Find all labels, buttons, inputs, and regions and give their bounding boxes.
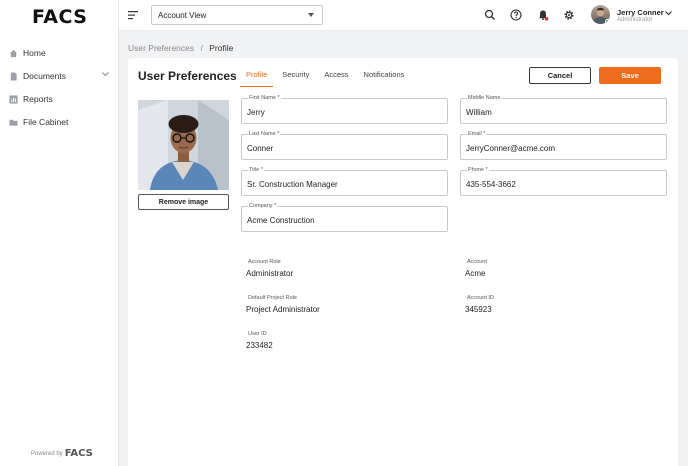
phone-field[interactable]: Phone * 435-554-3662	[460, 167, 667, 196]
sidebar-item-label: Reports	[23, 94, 53, 104]
breadcrumb-current: Profile	[209, 43, 234, 53]
chevron-down-icon[interactable]	[102, 72, 109, 77]
email-label: Email *	[467, 131, 487, 137]
account-view-select[interactable]: Account View	[151, 5, 323, 25]
online-status-dot	[605, 19, 610, 24]
account-view-value: Account View	[158, 10, 207, 20]
breadcrumb-separator: /	[200, 43, 203, 53]
sidebar-item-label: Home	[23, 48, 46, 58]
sidebar-item-label: Documents	[23, 71, 66, 81]
company-label: Company *	[248, 203, 278, 209]
user-avatar[interactable]	[591, 5, 610, 24]
middle-name-label: Middle Name	[467, 95, 502, 101]
breadcrumb: User Preferences / Profile	[128, 43, 233, 53]
home-icon	[9, 49, 18, 57]
first-name-value: Jerry	[247, 108, 265, 117]
default-project-role-label: Default Project Role	[248, 295, 297, 301]
last-name-field[interactable]: Last Name * Conner	[241, 131, 448, 160]
middle-name-field[interactable]: Middle Name William	[460, 95, 667, 124]
powered-by-text: Powered by	[31, 450, 63, 457]
bell-icon[interactable]	[537, 9, 549, 21]
powered-by-logo: FACS	[64, 448, 93, 459]
tab-bar: Profile Security Access Notifications	[240, 67, 413, 87]
company-field[interactable]: Company * Acme Construction	[241, 203, 448, 232]
user-id-label: User ID	[248, 331, 267, 337]
first-name-field[interactable]: First Name * Jerry	[241, 95, 448, 124]
top-bar: Account View Jerry Conner Administrator	[119, 0, 688, 31]
title-label: Title *	[248, 167, 264, 173]
phone-label: Phone *	[467, 167, 489, 173]
phone-value: 435-554-3662	[466, 180, 516, 189]
account-label: Account	[467, 259, 487, 265]
account-value: Acme	[465, 269, 486, 278]
sidebar-item-reports[interactable]: Reports	[0, 89, 119, 109]
breadcrumb-parent[interactable]: User Preferences	[128, 43, 194, 53]
tab-notifications[interactable]: Notifications	[358, 67, 411, 87]
user-name: Jerry Conner	[617, 8, 664, 17]
remove-image-button[interactable]: Remove image	[138, 194, 229, 210]
search-icon[interactable]	[484, 9, 496, 21]
sidebar-item-home[interactable]: Home	[0, 43, 119, 63]
sidebar-item-file-cabinet[interactable]: File Cabinet	[0, 112, 119, 132]
account-id-value: 345923	[465, 305, 492, 314]
email-value: JerryConner@acme.com	[466, 144, 556, 153]
sidebar: FACS Home Documents Reports File Cabinet…	[0, 0, 119, 466]
chevron-down-icon[interactable]	[665, 11, 672, 16]
tab-profile[interactable]: Profile	[240, 67, 274, 87]
account-role-value: Administrator	[246, 269, 294, 278]
preferences-card: User Preferences Profile Security Access…	[128, 58, 678, 466]
account-role-label: Account Role	[248, 259, 281, 265]
last-name-value: Conner	[247, 144, 274, 153]
save-button[interactable]: Save	[599, 67, 661, 84]
reports-icon	[9, 94, 18, 104]
first-name-label: First Name *	[248, 95, 281, 101]
powered-by: Powered by FACS	[31, 448, 93, 459]
caret-down-icon	[308, 13, 314, 17]
facs-logo[interactable]: FACS	[32, 6, 87, 28]
profile-photo-image	[138, 100, 229, 190]
user-id-value: 233482	[246, 341, 273, 350]
gear-icon[interactable]	[563, 9, 575, 21]
title-field[interactable]: Title * Sr. Construction Manager	[241, 167, 448, 196]
default-project-role-value: Project Administrator	[246, 305, 320, 314]
last-name-label: Last Name *	[248, 131, 281, 137]
tab-security[interactable]: Security	[276, 67, 315, 87]
menu-icon[interactable]	[128, 10, 139, 20]
main-content: User Preferences / Profile User Preferen…	[119, 31, 688, 466]
folder-icon	[9, 119, 18, 126]
sidebar-item-label: File Cabinet	[23, 117, 69, 127]
sidebar-item-documents[interactable]: Documents	[0, 66, 119, 86]
page-title: User Preferences	[138, 69, 237, 83]
account-id-label: Account ID	[467, 295, 494, 301]
title-value: Sr. Construction Manager	[247, 180, 338, 189]
document-icon	[10, 71, 17, 81]
cancel-button[interactable]: Cancel	[529, 67, 591, 84]
middle-name-value: William	[466, 108, 492, 117]
user-role: Administrator	[617, 17, 653, 23]
tab-access[interactable]: Access	[318, 67, 354, 87]
email-field[interactable]: Email * JerryConner@acme.com	[460, 131, 667, 160]
profile-photo	[138, 100, 229, 190]
company-value: Acme Construction	[247, 216, 315, 225]
help-icon[interactable]	[510, 9, 522, 21]
